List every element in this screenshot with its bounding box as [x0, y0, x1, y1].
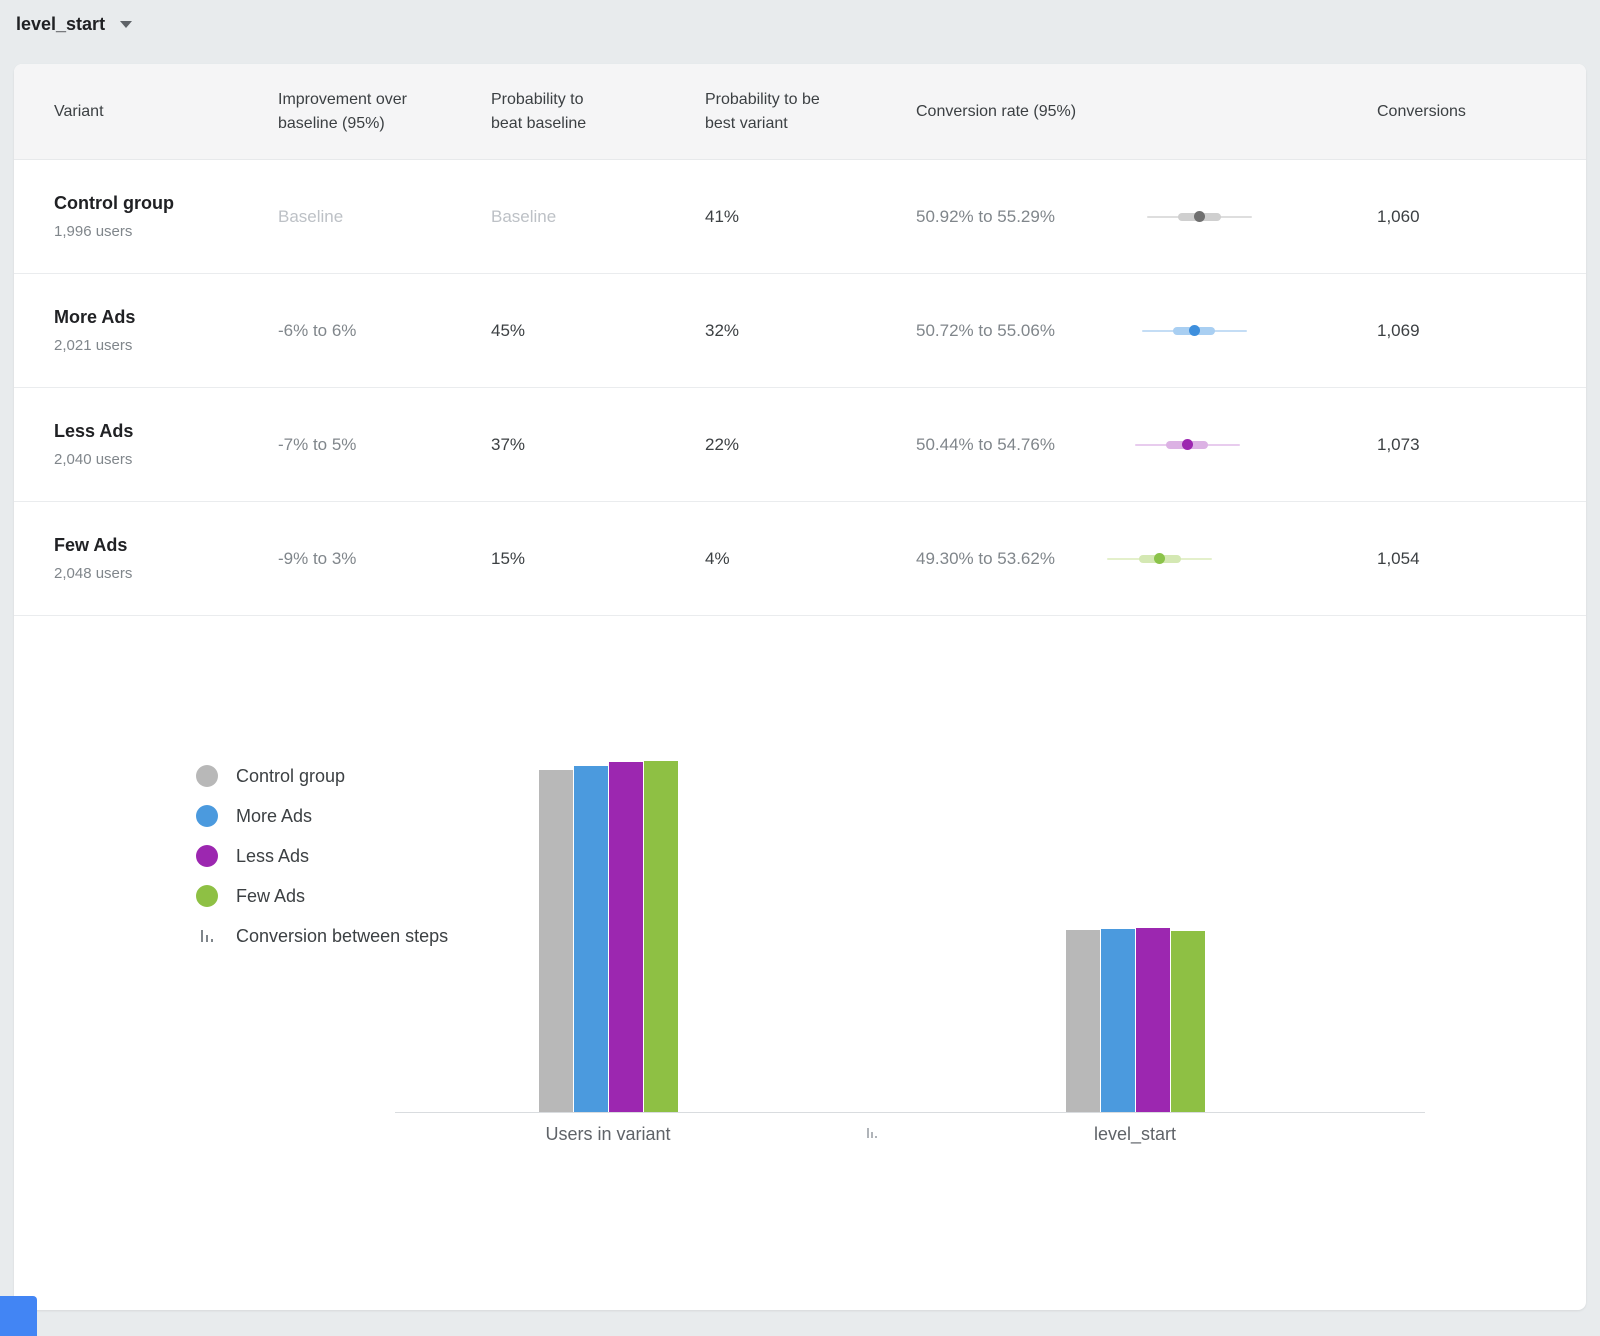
- prob-best-value: 4%: [705, 549, 916, 569]
- improvement-value: -6% to 6%: [278, 321, 491, 341]
- header-label: Probability to beat baseline: [491, 88, 613, 134]
- interval-dot: [1194, 211, 1205, 222]
- legend-label: Control group: [236, 766, 345, 787]
- bar-few-ads[interactable]: [1171, 931, 1205, 1112]
- table-row-less-ads: Less Ads 2,040 users -7% to 5% 37% 22% 5…: [14, 388, 1586, 502]
- prob-beat-value: 37%: [491, 435, 705, 455]
- table-row-few-ads: Few Ads 2,048 users -9% to 3% 15% 4% 49.…: [14, 502, 1586, 616]
- interval-dot: [1189, 325, 1200, 336]
- conversion-rate-cell: 50.44% to 54.76%: [916, 435, 1377, 455]
- variant-cell: More Ads 2,021 users: [54, 307, 278, 354]
- conversion-rate-cell: 49.30% to 53.62%: [916, 549, 1377, 569]
- conversions-value: 1,054: [1377, 549, 1546, 569]
- legend-swatch: [196, 765, 218, 787]
- improvement-value: Baseline: [278, 207, 491, 227]
- variant-users: 2,048 users: [54, 565, 278, 582]
- prob-beat-value: Baseline: [491, 207, 705, 227]
- funnel-bar-chart: Control groupMore AdsLess AdsFew AdsConv…: [14, 616, 1586, 1310]
- variant-name: Less Ads: [54, 421, 278, 442]
- conversions-value: 1,069: [1377, 321, 1546, 341]
- prob-beat-value: 45%: [491, 321, 705, 341]
- variant-cell: Few Ads 2,048 users: [54, 535, 278, 582]
- conversion-rate-range: 50.44% to 54.76%: [916, 435, 1100, 455]
- bar-control-group[interactable]: [539, 770, 573, 1112]
- header-conversion-rate: Conversion rate (95%): [916, 100, 1377, 123]
- prob-beat-value: 15%: [491, 549, 705, 569]
- variant-users: 1,996 users: [54, 223, 278, 240]
- improvement-value: -7% to 5%: [278, 435, 491, 455]
- results-card: Variant Improvement over baseline (95%) …: [14, 64, 1586, 1310]
- bar-less-ads[interactable]: [1136, 928, 1170, 1112]
- conversion-rate-cell: 50.72% to 55.06%: [916, 321, 1377, 341]
- header-improvement: Improvement over baseline (95%): [278, 88, 491, 134]
- bottom-bar-fragment[interactable]: [0, 1296, 37, 1336]
- header-label: Conversions: [1377, 100, 1466, 123]
- interval-dot: [1182, 439, 1193, 450]
- legend-label: Less Ads: [236, 846, 309, 867]
- header-label: Improvement over baseline (95%): [278, 88, 410, 134]
- header-variant: Variant: [54, 100, 278, 123]
- variant-name: Few Ads: [54, 535, 278, 556]
- bar-few-ads[interactable]: [644, 761, 678, 1112]
- header-label: Variant: [54, 100, 104, 123]
- conversion-rate-cell: 50.92% to 55.29%: [916, 207, 1377, 227]
- table-row-control-group: Control group 1,996 users Baseline Basel…: [14, 160, 1586, 274]
- header-label: Conversion rate (95%): [916, 100, 1076, 123]
- legend-swatch: [196, 805, 218, 827]
- conversions-value: 1,073: [1377, 435, 1546, 455]
- experiment-results-screen: level_start Variant Improvement over bas…: [0, 0, 1600, 1336]
- conversion-rate-range: 50.72% to 55.06%: [916, 321, 1100, 341]
- bar-less-ads[interactable]: [609, 762, 643, 1112]
- bar-group-users-in-variant: [539, 761, 678, 1112]
- conversion-rate-interval: [1100, 552, 1260, 566]
- header-conversions: Conversions: [1377, 100, 1546, 123]
- legend-swatch: [196, 845, 218, 867]
- prob-best-value: 22%: [705, 435, 916, 455]
- conversions-value: 1,060: [1377, 207, 1546, 227]
- chart-plot-area: Users in variant level_start: [395, 752, 1425, 1113]
- chevron-down-icon: [120, 21, 132, 28]
- conversion-rate-interval: [1100, 324, 1260, 338]
- variant-cell: Control group 1,996 users: [54, 193, 278, 240]
- bar-more-ads[interactable]: [1101, 929, 1135, 1112]
- bar-control-group[interactable]: [1066, 930, 1100, 1112]
- header-prob-beat: Probability to beat baseline: [491, 88, 705, 134]
- conversion-rate-interval: [1100, 438, 1260, 452]
- prob-best-value: 32%: [705, 321, 916, 341]
- variant-users: 2,021 users: [54, 337, 278, 354]
- variant-name: More Ads: [54, 307, 278, 328]
- conversion-rate-interval: [1100, 210, 1260, 224]
- legend-label: Few Ads: [236, 886, 305, 907]
- bar-group-level-start: [1066, 928, 1205, 1112]
- table-header: Variant Improvement over baseline (95%) …: [14, 64, 1586, 160]
- legend-label: More Ads: [236, 806, 312, 827]
- x-axis-label-users-in-variant: Users in variant: [545, 1124, 670, 1145]
- variant-name: Control group: [54, 193, 278, 214]
- prob-best-value: 41%: [705, 207, 916, 227]
- table-row-more-ads: More Ads 2,021 users -6% to 6% 45% 32% 5…: [14, 274, 1586, 388]
- conversion-steps-icon: [867, 1126, 879, 1145]
- conversion-rate-range: 50.92% to 55.29%: [916, 207, 1100, 227]
- header-prob-best: Probability to be best variant: [705, 88, 916, 134]
- interval-dot: [1154, 553, 1165, 564]
- variant-users: 2,040 users: [54, 451, 278, 468]
- legend-swatch: [196, 885, 218, 907]
- variant-cell: Less Ads 2,040 users: [54, 421, 278, 468]
- improvement-value: -9% to 3%: [278, 549, 491, 569]
- header-label: Probability to be best variant: [705, 88, 837, 134]
- conversion-rate-range: 49.30% to 53.62%: [916, 549, 1100, 569]
- conversion-steps-icon: [196, 928, 218, 944]
- x-axis-label-level-start: level_start: [1094, 1124, 1176, 1145]
- bar-more-ads[interactable]: [574, 766, 608, 1112]
- event-selector[interactable]: level_start: [16, 9, 132, 39]
- event-selector-label: level_start: [16, 14, 105, 35]
